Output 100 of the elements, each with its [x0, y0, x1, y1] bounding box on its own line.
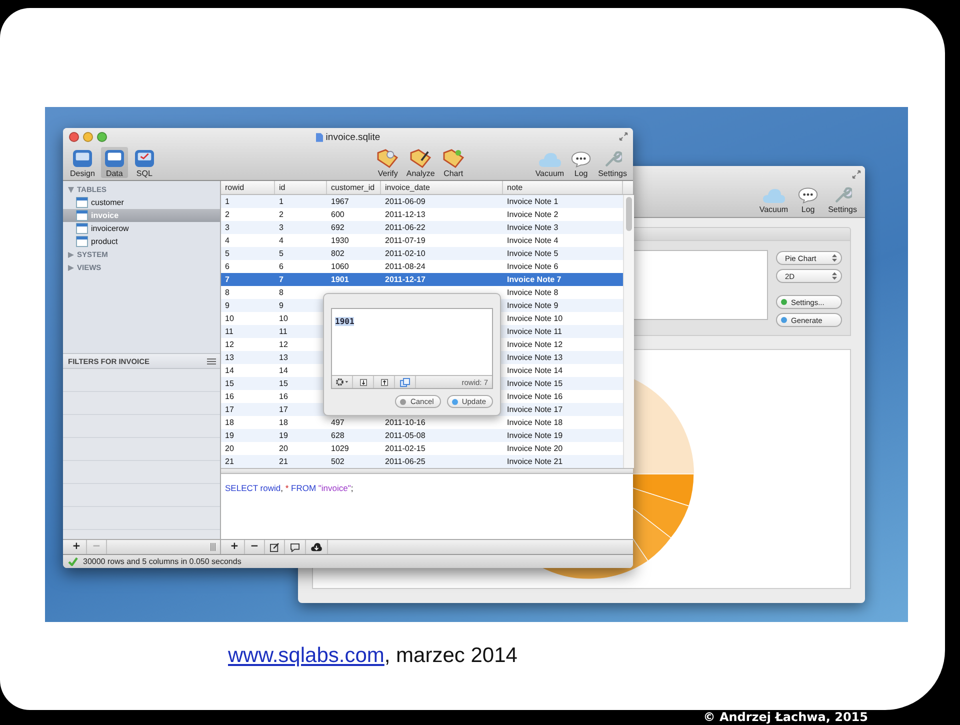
view-tab[interactable]: Design: [67, 147, 98, 178]
table-cell[interactable]: 1060: [327, 260, 381, 273]
toolbar-button[interactable]: Analyze: [404, 149, 437, 178]
table-cell[interactable]: Invoice Note 8: [503, 286, 623, 299]
table-cell[interactable]: 12: [221, 338, 275, 351]
table-cell[interactable]: 2011-10-16: [381, 416, 503, 429]
table-cell[interactable]: 2011-06-22: [381, 221, 503, 234]
toolbar-button[interactable]: Verify: [375, 149, 400, 178]
table-cell[interactable]: Invoice Note 6: [503, 260, 623, 273]
table-cell[interactable]: 628: [327, 429, 381, 442]
table-cell[interactable]: 20: [221, 442, 275, 455]
table-cell[interactable]: 8: [275, 286, 327, 299]
table-cell[interactable]: Invoice Note 11: [503, 325, 623, 338]
table-cell[interactable]: 11: [221, 325, 275, 338]
column-header[interactable]: note: [503, 181, 623, 194]
table-cell[interactable]: Invoice Note 12: [503, 338, 623, 351]
table-cell[interactable]: 6: [275, 260, 327, 273]
column-header[interactable]: invoice_date: [381, 181, 503, 194]
table-cell[interactable]: 3: [221, 221, 275, 234]
table-cell[interactable]: 2011-12-13: [381, 208, 503, 221]
table-cell[interactable]: 17: [275, 403, 327, 416]
table-cell[interactable]: 2011-02-15: [381, 442, 503, 455]
table-cell[interactable]: 5: [275, 247, 327, 260]
table-cell[interactable]: 502: [327, 455, 381, 468]
table-cell[interactable]: 10: [221, 312, 275, 325]
table-cell[interactable]: 1930: [327, 234, 381, 247]
toolbar-button[interactable]: Vacuum: [757, 186, 790, 214]
table-cell[interactable]: Invoice Note 5: [503, 247, 623, 260]
table-cell[interactable]: 600: [327, 208, 381, 221]
disclosure-triangle-icon[interactable]: [68, 252, 74, 258]
table-cell[interactable]: 14: [275, 364, 327, 377]
table-cell[interactable]: Invoice Note 2: [503, 208, 623, 221]
sql-editor[interactable]: SELECT rowid, * FROM "invoice";: [221, 474, 633, 539]
table-cell[interactable]: 16: [221, 390, 275, 403]
table-cell[interactable]: 2011-05-08: [381, 429, 503, 442]
table-cell[interactable]: 9: [275, 299, 327, 312]
view-tab[interactable]: SQL: [130, 147, 158, 178]
table-cell[interactable]: Invoice Note 16: [503, 390, 623, 403]
table-cell[interactable]: Invoice Note 21: [503, 455, 623, 468]
scrollbar-thumb[interactable]: [626, 197, 632, 231]
table-cell[interactable]: 12: [275, 338, 327, 351]
table-cell[interactable]: 21: [275, 455, 327, 468]
table-cell[interactable]: 3: [275, 221, 327, 234]
table-cell[interactable]: Invoice Note 9: [503, 299, 623, 312]
toolbar-button[interactable]: Log: [569, 150, 594, 178]
splitter-handle[interactable]: [221, 468, 633, 474]
table-cell[interactable]: 1901: [327, 273, 381, 286]
table-cell[interactable]: 1: [221, 195, 275, 208]
table-cell[interactable]: 19: [275, 429, 327, 442]
minimize-icon[interactable]: [83, 132, 93, 142]
table-cell[interactable]: 2: [275, 208, 327, 221]
column-header[interactable]: customer_id: [327, 181, 381, 194]
table-cell[interactable]: 11: [275, 325, 327, 338]
table-cell[interactable]: 2011-06-25: [381, 455, 503, 468]
table-cell[interactable]: 2011-02-10: [381, 247, 503, 260]
table-cell[interactable]: 1029: [327, 442, 381, 455]
table-cell[interactable]: Invoice Note 1: [503, 195, 623, 208]
table-cell[interactable]: Invoice Note 19: [503, 429, 623, 442]
table-cell[interactable]: 692: [327, 221, 381, 234]
toolbar-button[interactable]: Chart: [440, 149, 466, 178]
disclosure-triangle-icon[interactable]: [68, 186, 74, 192]
table-cell[interactable]: 14: [221, 364, 275, 377]
table-cell[interactable]: 10: [275, 312, 327, 325]
table-cell[interactable]: Invoice Note 20: [503, 442, 623, 455]
scrollbar[interactable]: [623, 195, 634, 468]
table-cell[interactable]: 1967: [327, 195, 381, 208]
table-cell[interactable]: Invoice Note 3: [503, 221, 623, 234]
table-cell[interactable]: 17: [221, 403, 275, 416]
table-cell[interactable]: Invoice Note 18: [503, 416, 623, 429]
table-cell[interactable]: 18: [221, 416, 275, 429]
table-cell[interactable]: 16: [275, 390, 327, 403]
zoom-icon[interactable]: [97, 132, 107, 142]
website-link[interactable]: www.sqlabs.com: [228, 644, 384, 667]
table-cell[interactable]: Invoice Note 7: [503, 273, 623, 286]
toolbar-button[interactable]: Vacuum: [533, 150, 566, 178]
table-cell[interactable]: 15: [275, 377, 327, 390]
table-cell[interactable]: 802: [327, 247, 381, 260]
table-cell[interactable]: 7: [275, 273, 327, 286]
table-cell[interactable]: Invoice Note 4: [503, 234, 623, 247]
close-icon[interactable]: [69, 132, 79, 142]
table-cell[interactable]: 6: [221, 260, 275, 273]
table-cell[interactable]: Invoice Note 14: [503, 364, 623, 377]
menu-icon[interactable]: [207, 358, 216, 364]
table-cell[interactable]: 21: [221, 455, 275, 468]
table-cell[interactable]: 2011-06-09: [381, 195, 503, 208]
table-list-item[interactable]: product: [63, 235, 220, 248]
toolbar-button[interactable]: Log: [796, 186, 820, 214]
table-cell[interactable]: Invoice Note 13: [503, 351, 623, 364]
table-cell[interactable]: 1: [275, 195, 327, 208]
table-cell[interactable]: 2011-07-19: [381, 234, 503, 247]
table-cell[interactable]: 8: [221, 286, 275, 299]
table-cell[interactable]: Invoice Note 10: [503, 312, 623, 325]
table-cell[interactable]: 15: [221, 377, 275, 390]
table-cell[interactable]: 4: [221, 234, 275, 247]
table-cell[interactable]: 2011-08-24: [381, 260, 503, 273]
column-header[interactable]: id: [275, 181, 327, 194]
table-cell[interactable]: 497: [327, 416, 381, 429]
fullscreen-icon[interactable]: [852, 170, 861, 179]
table-cell[interactable]: 7: [221, 273, 275, 286]
resize-handle-icon[interactable]: [210, 543, 216, 551]
